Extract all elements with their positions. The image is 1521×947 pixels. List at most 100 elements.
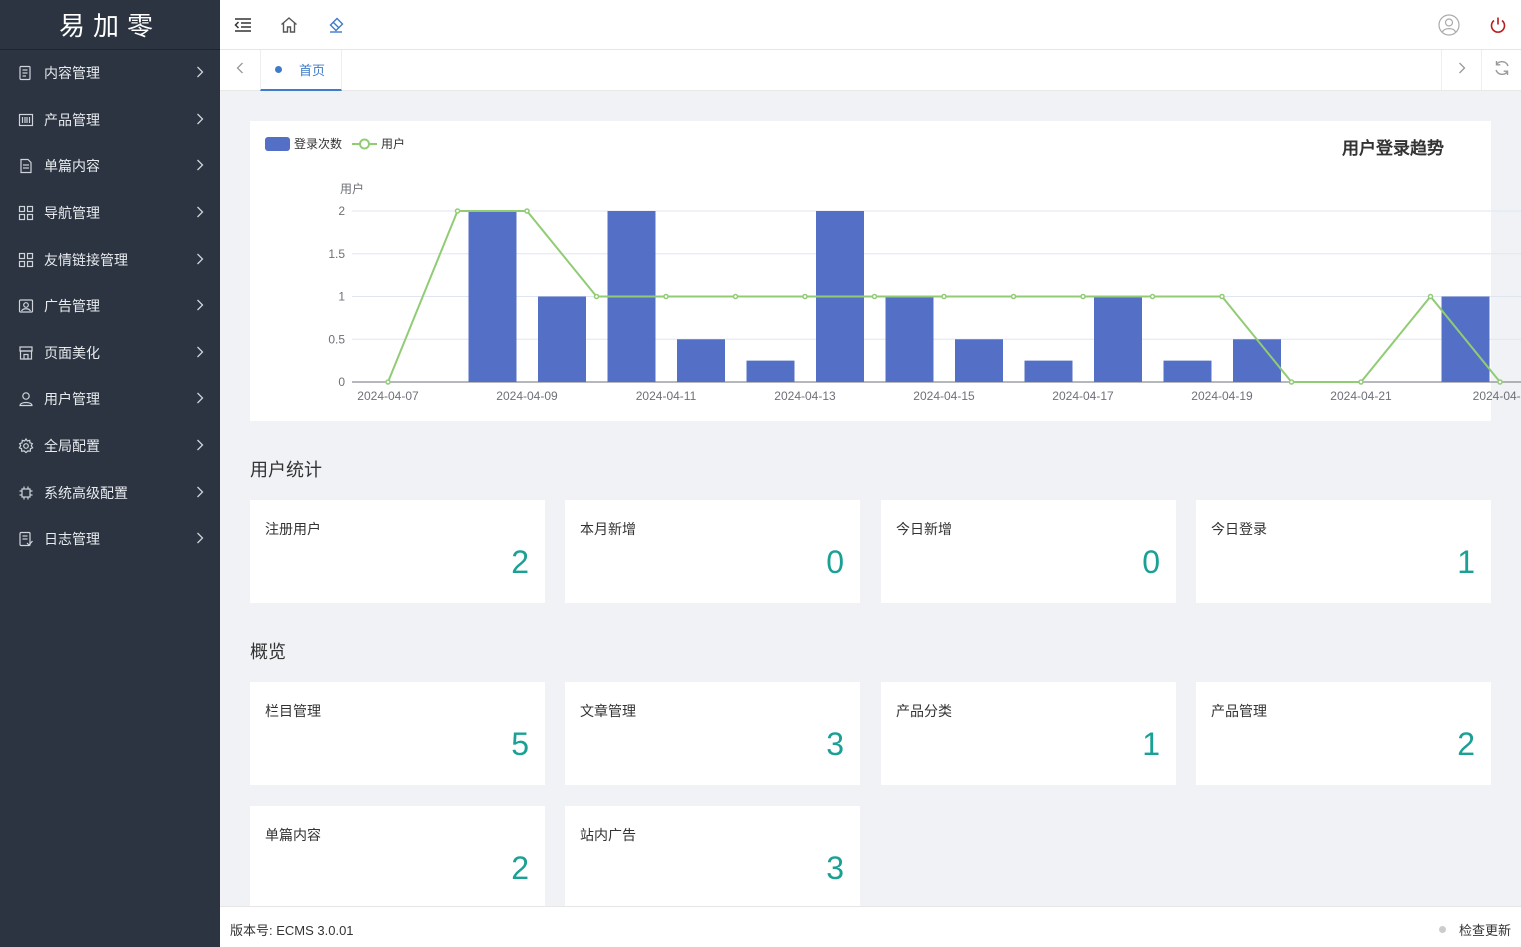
- overview-card-columns[interactable]: 栏目管理 5: [250, 682, 545, 785]
- overview-card-product-categories[interactable]: 产品分类 1: [881, 682, 1176, 785]
- chevron-right-icon: [196, 158, 204, 174]
- overview-card-site-ads[interactable]: 站内广告 3: [565, 806, 860, 906]
- stat-card-today-login[interactable]: 今日登录 1: [1196, 500, 1491, 603]
- sidebar-item-label: 广告管理: [44, 298, 100, 315]
- line-point: [1288, 379, 1295, 385]
- y-tick-label: 1: [338, 290, 345, 304]
- tab-home-label: 首页: [299, 63, 326, 78]
- line-point: [385, 379, 391, 385]
- sidebar-item-label: 页面美化: [44, 344, 100, 361]
- chart-bar: [1024, 360, 1073, 382]
- grid-icon: [18, 205, 34, 221]
- sidebar-item-navigation[interactable]: 导航管理: [0, 190, 220, 237]
- x-tick-label: 2024-04-07: [357, 389, 419, 403]
- chart-bar: [538, 296, 586, 382]
- user-stats-title: 用户统计: [250, 460, 322, 480]
- gear-icon: [18, 438, 34, 454]
- overview-card-single-pages[interactable]: 单篇内容 2: [250, 806, 545, 906]
- sidebar-item-label: 单篇内容: [44, 158, 100, 175]
- stat-label: 今日新增: [896, 521, 952, 537]
- footer: 版本号: ECMS 3.0.01 检查更新: [220, 906, 1521, 947]
- chart-bar: [677, 339, 725, 382]
- chart-bar: [885, 296, 934, 382]
- stat-value: 2: [511, 544, 529, 580]
- menu-fold-icon[interactable]: [231, 13, 255, 37]
- chevron-right-icon: [196, 531, 204, 547]
- main-content: 登录次数 用户 用户登录趋势 0 0.5 1 1.5 2 用户 2024-04-07 2024…: [220, 91, 1521, 906]
- sidebar-item-ads[interactable]: 广告管理: [0, 283, 220, 330]
- tab-scroll-right-button[interactable]: [1441, 50, 1481, 90]
- refresh-button[interactable]: [1481, 50, 1521, 90]
- stat-card-today-new[interactable]: 今日新增 0: [881, 500, 1176, 603]
- tab-home[interactable]: 首页: [260, 50, 342, 91]
- sidebar-item-users[interactable]: 用户管理: [0, 376, 220, 423]
- log-icon: [18, 531, 34, 547]
- login-trend-chart-card: 登录次数 用户 用户登录趋势 0 0.5 1 1.5 2 用户 2024-04-07 2024…: [250, 121, 1521, 421]
- chevron-right-icon: [1458, 61, 1466, 79]
- eraser-icon[interactable]: [324, 13, 348, 37]
- chevron-left-icon: [236, 61, 244, 79]
- power-icon[interactable]: [1486, 13, 1510, 37]
- y-tick-label: 1.5: [328, 247, 345, 261]
- tabs-bar: 首页: [220, 50, 1521, 91]
- stat-label: 栏目管理: [265, 703, 321, 719]
- sidebar-item-logs[interactable]: 日志管理: [0, 516, 220, 563]
- sidebar-item-links[interactable]: 友情链接管理: [0, 236, 220, 283]
- stat-value: 5: [511, 726, 529, 762]
- x-tick-label: 2024-04-17: [1052, 389, 1114, 403]
- chevron-right-icon: [196, 65, 204, 81]
- sidebar-item-theme[interactable]: 页面美化: [0, 330, 220, 377]
- stat-label: 今日登录: [1211, 521, 1267, 537]
- avatar-icon[interactable]: [1437, 13, 1461, 37]
- sidebar-nav: 内容管理 产品管理 单篇内容 导航管理 友情链接管理 广告管理 页面美化 用户管…: [0, 50, 220, 563]
- line-point: [524, 208, 530, 214]
- refresh-icon: [1493, 59, 1511, 82]
- sidebar-item-products[interactable]: 产品管理: [0, 97, 220, 144]
- stat-label: 单篇内容: [265, 827, 321, 843]
- sidebar-item-global-config[interactable]: 全局配置: [0, 423, 220, 470]
- stat-value: 1: [1457, 544, 1475, 580]
- y-tick-label: 2: [338, 204, 345, 218]
- line-point: [871, 293, 878, 300]
- overview-card-products[interactable]: 产品管理 2: [1196, 682, 1491, 785]
- stat-value: 2: [1457, 726, 1475, 762]
- sidebar: 易加零 内容管理 产品管理 单篇内容 导航管理 友情链接管理 广告管理 页面美化…: [0, 0, 220, 947]
- stat-card-registered-users[interactable]: 注册用户 2: [250, 500, 545, 603]
- y-axis-name: 用户: [340, 181, 364, 196]
- line-point: [1497, 379, 1503, 385]
- login-trend-chart: 0 0.5 1 1.5 2 用户 2024-04-07 2024-04-09 2024-04-1…: [328, 181, 1521, 403]
- sidebar-item-advanced-config[interactable]: 系统高级配置: [0, 469, 220, 516]
- x-tick-label: 2024-04-09: [496, 389, 558, 403]
- sidebar-item-content[interactable]: 内容管理: [0, 50, 220, 97]
- overview-card-articles[interactable]: 文章管理 3: [565, 682, 860, 785]
- check-update-link[interactable]: 检查更新: [1438, 920, 1511, 939]
- line-point: [941, 293, 947, 300]
- sidebar-item-label: 用户管理: [44, 391, 100, 408]
- stat-card-month-new[interactable]: 本月新增 0: [565, 500, 860, 603]
- single-page-icon: [18, 158, 34, 174]
- chart-bar: [1094, 296, 1142, 382]
- chart-bar: [955, 339, 1003, 382]
- version-text: 版本号: ECMS 3.0.01: [230, 923, 354, 938]
- logo: 易加零: [0, 0, 220, 50]
- x-tick-label: 2024-04-21: [1330, 389, 1392, 403]
- stat-label: 注册用户: [265, 521, 321, 537]
- x-tick-label: 2024-04-15: [913, 389, 975, 403]
- sidebar-item-label: 导航管理: [44, 205, 100, 222]
- tab-scroll-left-button[interactable]: [220, 50, 260, 90]
- x-tick-label: 2024-04-13: [774, 389, 836, 403]
- y-tick-label: 0.5: [328, 332, 345, 346]
- x-tick-label: 2024-04-11: [636, 389, 697, 403]
- sidebar-item-single-page[interactable]: 单篇内容: [0, 143, 220, 190]
- chevron-right-icon: [196, 112, 204, 128]
- stat-value: 3: [826, 726, 844, 762]
- line-point: [1149, 293, 1156, 300]
- line-point: [1358, 379, 1364, 385]
- line-point: [1427, 293, 1434, 300]
- chart-bar: [746, 360, 795, 382]
- home-icon[interactable]: [277, 13, 301, 37]
- line-point: [454, 208, 461, 214]
- chevron-right-icon: [196, 298, 204, 314]
- check-update-label: 检查更新: [1458, 923, 1511, 938]
- sidebar-item-label: 系统高级配置: [44, 484, 128, 501]
